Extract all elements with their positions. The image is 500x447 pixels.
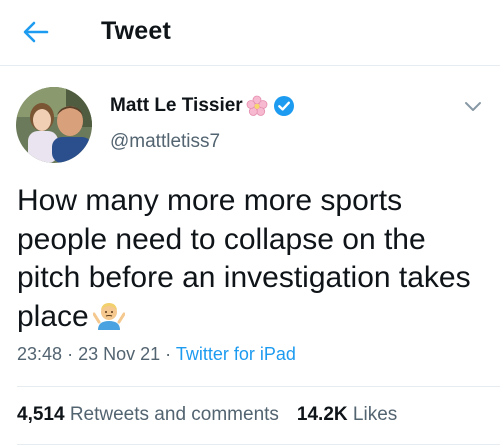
tweet-metadata: 23:48 · 23 Nov 21 · Twitter for iPad [17,344,296,365]
tweet-text: How many more more sports people need to… [17,184,471,333]
man-shrugging-emoji [92,300,126,343]
author-name-row[interactable]: Matt Le Tissier [110,95,295,117]
page-title: Tweet [101,17,171,45]
back-button[interactable] [20,16,52,48]
likes-stat[interactable]: 14.2K Likes [297,404,397,425]
tweet-time[interactable]: 23:48 [17,344,62,364]
retweets-label: Retweets and comments [69,404,279,425]
retweets-stat[interactable]: 4,514 Retweets and comments [17,404,279,425]
likes-count: 14.2K [296,404,348,425]
engagement-stats: 4,514 Retweets and comments 14.2K Likes [17,404,397,426]
meta-separator: · [165,344,172,364]
tweet-body: How many more more sports people need to… [17,182,492,342]
divider [17,386,500,387]
top-bar: Tweet [0,0,500,66]
arrow-left-icon [23,21,49,43]
likes-label: Likes [352,404,398,425]
avatar-photo [16,87,92,163]
meta-separator: · [67,344,74,364]
avatar[interactable] [16,87,92,163]
chevron-down-icon [465,102,481,111]
cherry-blossom-icon [246,95,268,117]
retweets-count: 4,514 [17,404,65,425]
divider [17,444,500,445]
more-options-button[interactable] [462,98,484,116]
verified-badge-icon [273,95,295,117]
tweet-date[interactable]: 23 Nov 21 [78,344,160,364]
author-handle[interactable]: @mattletiss7 [110,131,220,153]
author-display-name[interactable]: Matt Le Tissier [110,95,243,117]
tweet-source-link[interactable]: Twitter for iPad [176,344,296,364]
